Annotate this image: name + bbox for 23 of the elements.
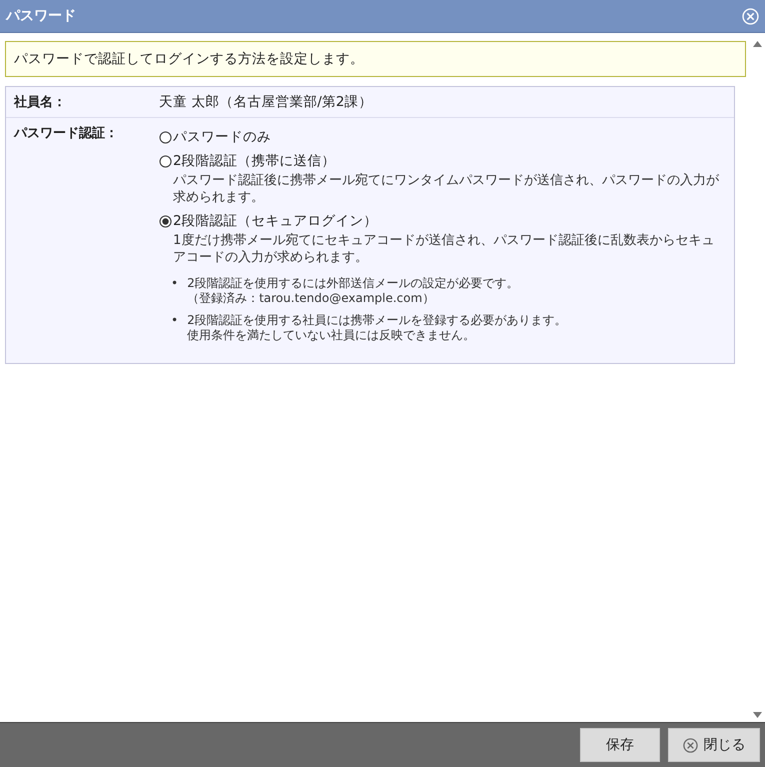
radio-label[interactable]: 2段階認証（携帯に送信）: [173, 152, 336, 170]
radio-button[interactable]: [159, 130, 172, 144]
radio-label[interactable]: パスワードのみ: [173, 128, 271, 146]
close-button[interactable]: 閉じる: [668, 728, 760, 762]
close-icon: [682, 738, 698, 752]
bullet: •: [171, 313, 178, 329]
option-description: 1度だけ携帯メール宛てにセキュアコードが送信され、パスワード認証後に乱数表からセキュ アコードの入力が求められます。: [173, 232, 716, 266]
close-icon[interactable]: [742, 8, 759, 24]
scroll-up-icon[interactable]: [752, 41, 762, 47]
notice-message: パスワードで認証してログインする方法を設定します。: [5, 41, 746, 77]
radio-button[interactable]: [159, 154, 172, 168]
radio-label[interactable]: 2段階認証（セキュアログイン）: [173, 212, 378, 230]
field-label: 社員名：: [14, 94, 67, 111]
scroll-down-icon[interactable]: [752, 712, 762, 718]
bullet: •: [171, 276, 178, 292]
field-label: パスワード認証：: [14, 125, 119, 143]
field-value: 天童 太郎（名古屋営業部/第2課）: [159, 93, 372, 111]
note-text: 2段階認証を使用するには外部送信メールの設定が必要です。 （登録済み：tarou.tendo@example.com）: [187, 276, 519, 306]
window-title: パスワード: [6, 7, 76, 25]
save-button[interactable]: 保存: [580, 728, 660, 762]
radio-button[interactable]: [159, 214, 172, 228]
option-description: パスワード認証後に携帯メール宛てにワンタイムパスワードが送信され、パスワードの入力が 求められます。: [173, 172, 719, 206]
note-text: 2段階認証を使用する社員には携帯メールを登録する必要があります。 使用条件を満たしていない社員には反映できません。: [187, 313, 567, 343]
